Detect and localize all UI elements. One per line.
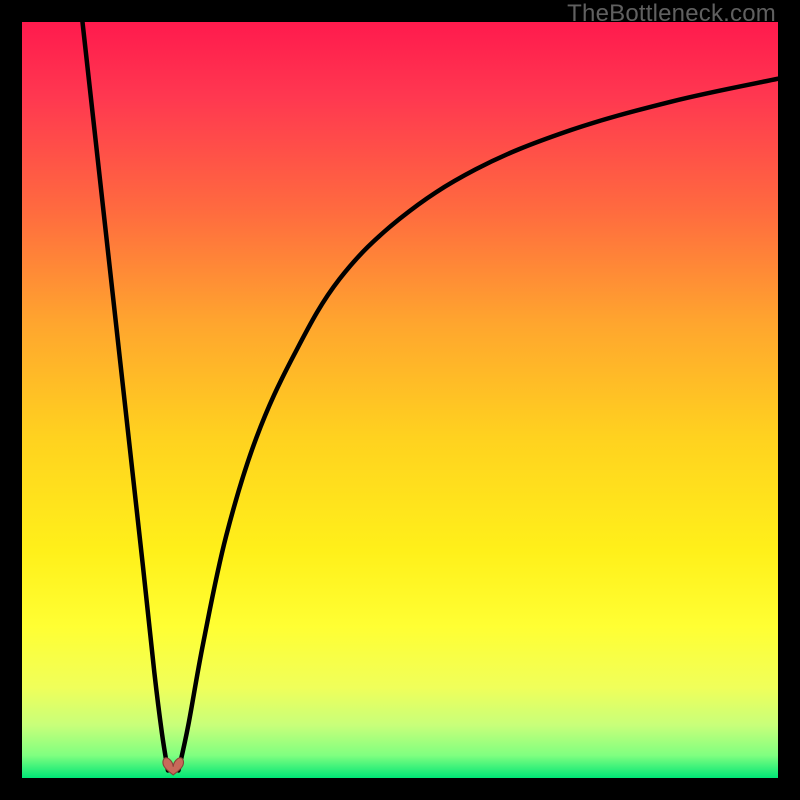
- bottleneck-chart: [22, 22, 778, 778]
- gradient-background: [22, 22, 778, 778]
- chart-frame: [22, 22, 778, 778]
